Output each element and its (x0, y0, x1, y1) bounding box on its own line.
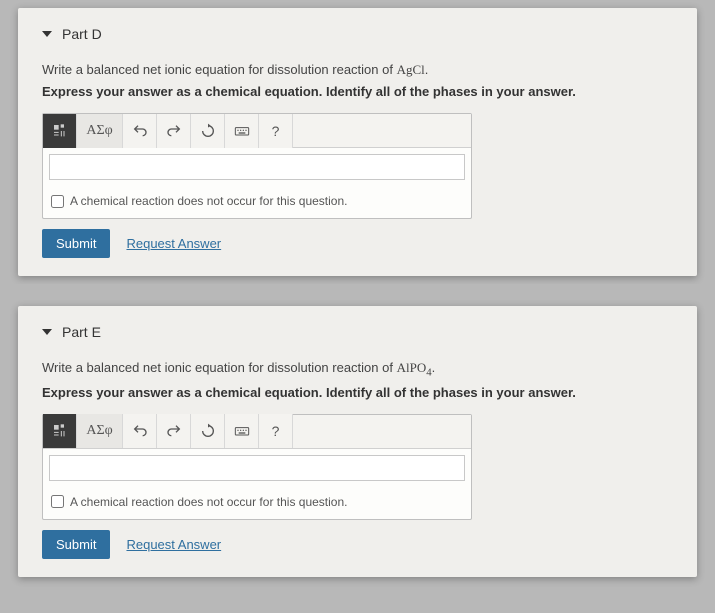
equation-toolbar-d: ΑΣφ ? (43, 114, 471, 148)
greek-symbols-button[interactable]: ΑΣφ (77, 114, 123, 148)
part-d-title: Part D (62, 26, 102, 42)
redo-icon[interactable] (157, 414, 191, 448)
part-e-panel: Part E Write a balanced net ionic equati… (18, 306, 697, 577)
greek-symbols-button[interactable]: ΑΣφ (77, 414, 123, 448)
part-d-instruction: Express your answer as a chemical equati… (42, 84, 673, 99)
no-reaction-label-d: A chemical reaction does not occur for t… (70, 194, 347, 208)
no-reaction-checkbox-e[interactable] (51, 495, 64, 508)
part-e-instruction: Express your answer as a chemical equati… (42, 385, 673, 400)
equation-input-e[interactable] (49, 455, 465, 481)
reset-icon[interactable] (191, 114, 225, 148)
no-reaction-checkbox-d[interactable] (51, 195, 64, 208)
part-e-header[interactable]: Part E (42, 324, 673, 340)
undo-icon[interactable] (123, 114, 157, 148)
answer-box-d: ΑΣφ ? A chemical react (42, 113, 472, 219)
submit-button-e[interactable]: Submit (42, 530, 110, 559)
template-icon[interactable] (43, 114, 77, 148)
reset-icon[interactable] (191, 414, 225, 448)
help-icon[interactable]: ? (259, 114, 293, 148)
part-d-header[interactable]: Part D (42, 26, 673, 42)
part-d-prompt: Write a balanced net ionic equation for … (42, 62, 673, 78)
part-e-title: Part E (62, 324, 101, 340)
caret-down-icon (42, 31, 52, 37)
no-reaction-label-e: A chemical reaction does not occur for t… (70, 495, 347, 509)
part-e-prompt: Write a balanced net ionic equation for … (42, 360, 673, 379)
equation-toolbar-e: ΑΣφ ? (43, 415, 471, 449)
template-icon[interactable] (43, 414, 77, 448)
undo-icon[interactable] (123, 414, 157, 448)
keyboard-icon[interactable] (225, 114, 259, 148)
answer-box-e: ΑΣφ ? A chemical react (42, 414, 472, 520)
request-answer-link-e[interactable]: Request Answer (126, 537, 221, 552)
caret-down-icon (42, 329, 52, 335)
keyboard-icon[interactable] (225, 414, 259, 448)
redo-icon[interactable] (157, 114, 191, 148)
help-icon[interactable]: ? (259, 414, 293, 448)
submit-button-d[interactable]: Submit (42, 229, 110, 258)
part-d-panel: Part D Write a balanced net ionic equati… (18, 8, 697, 276)
equation-input-d[interactable] (49, 154, 465, 180)
request-answer-link-d[interactable]: Request Answer (126, 236, 221, 251)
